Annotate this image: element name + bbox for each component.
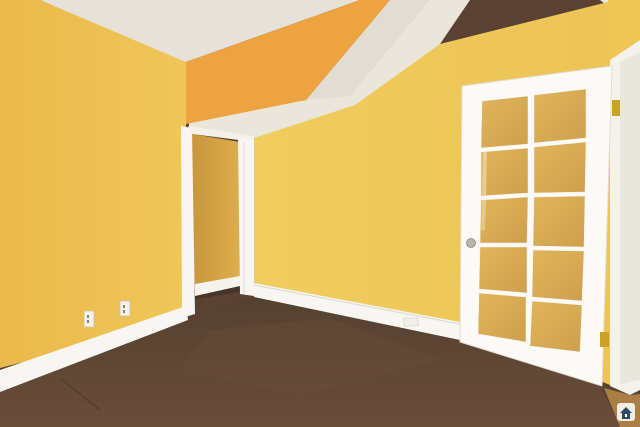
closet-interior	[192, 134, 240, 290]
door-knob[interactable]	[466, 238, 476, 248]
outlet-slot	[87, 315, 89, 318]
outlet-slot	[123, 305, 125, 308]
closet-trim-right	[238, 138, 254, 296]
wall-outlet-1	[83, 310, 95, 328]
corner-logo-icon	[617, 403, 635, 421]
wall-outlet-2	[119, 300, 131, 317]
room-illustration	[0, 0, 640, 427]
door-hinge-bottom	[600, 332, 609, 347]
french-door[interactable]	[459, 65, 620, 387]
door-hinge-top	[612, 100, 620, 116]
floor-outlet	[403, 317, 419, 327]
room-photo	[0, 0, 640, 427]
outlet-slot	[123, 310, 125, 313]
door-jamb-inner	[620, 52, 640, 384]
outlet-slot	[87, 320, 89, 323]
